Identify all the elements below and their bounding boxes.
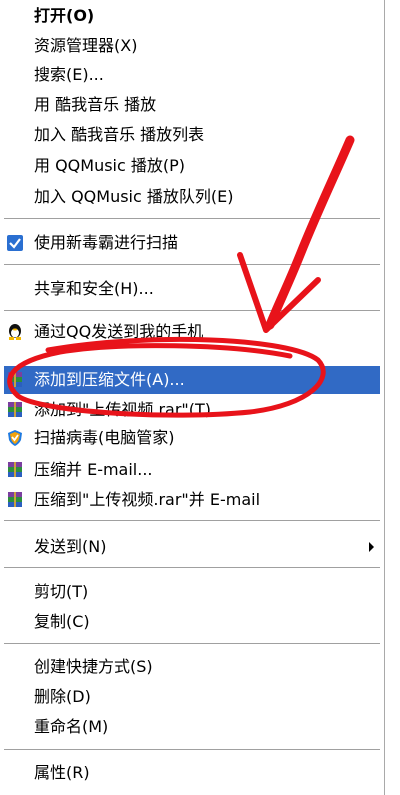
menu-item-label: 添加到"上传视频.rar"(T)	[34, 400, 212, 419]
menu-item-compress-email[interactable]: 压缩并 E-mail...	[0, 456, 380, 484]
menu-item-add-to-rar[interactable]: 添加到"上传视频.rar"(T)	[0, 396, 380, 424]
context-menu: 打开(O) 资源管理器(X) 搜索(E)... 用 酷我音乐 播放 加入 酷我音…	[0, 0, 400, 795]
menu-item-label: 使用新毒霸进行扫描	[34, 233, 179, 252]
submenu-arrow-icon	[369, 542, 374, 552]
menu-separator	[4, 520, 380, 522]
menu-item-scan-virus[interactable]: 扫描病毒(电脑管家)	[0, 424, 380, 452]
duba-shield-icon	[7, 235, 23, 251]
menu-item-label: 通过QQ发送到我的手机	[34, 322, 204, 341]
menu-item-label: 压缩到"上传视频.rar"并 E-mail	[34, 490, 261, 509]
menu-item-qqmusic-queue[interactable]: 加入 QQMusic 播放队列(E)	[0, 183, 380, 211]
menu-item-label: 资源管理器(X)	[34, 36, 138, 55]
menu-item-search[interactable]: 搜索(E)...	[0, 61, 380, 89]
menu-item-label: 扫描病毒(电脑管家)	[34, 428, 175, 447]
menu-item-kuwo-play[interactable]: 用 酷我音乐 播放	[0, 91, 380, 119]
menu-separator	[4, 218, 380, 220]
menu-separator	[4, 749, 380, 751]
menu-item-label: 复制(C)	[34, 612, 90, 631]
menu-item-open[interactable]: 打开(O)	[0, 2, 380, 30]
tencent-shield-icon	[8, 430, 22, 446]
winrar-books-icon	[8, 462, 22, 477]
menu-border	[384, 0, 385, 795]
menu-item-label: 共享和安全(H)...	[34, 279, 154, 298]
menu-item-label: 打开(O)	[34, 6, 95, 25]
menu-item-duba-scan[interactable]: 使用新毒霸进行扫描	[0, 229, 380, 257]
menu-item-rename[interactable]: 重命名(M)	[0, 713, 380, 741]
winrar-books-icon	[8, 372, 22, 387]
menu-item-sharing-security[interactable]: 共享和安全(H)...	[0, 275, 380, 303]
menu-item-delete[interactable]: 删除(D)	[0, 683, 380, 711]
menu-item-label: 属性(R)	[34, 763, 90, 782]
menu-item-properties[interactable]: 属性(R)	[0, 759, 380, 787]
menu-separator	[4, 567, 380, 569]
menu-item-label: 加入 QQMusic 播放队列(E)	[34, 187, 234, 206]
menu-separator	[4, 310, 380, 312]
menu-item-label: 重命名(M)	[34, 717, 109, 736]
menu-item-label: 删除(D)	[34, 687, 91, 706]
menu-separator	[4, 264, 380, 266]
menu-item-qq-send-phone[interactable]: 通过QQ发送到我的手机	[0, 318, 380, 346]
menu-item-label: 剪切(T)	[34, 582, 89, 601]
menu-item-label: 添加到压缩文件(A)...	[34, 370, 185, 389]
menu-item-label: 加入 酷我音乐 播放列表	[34, 125, 205, 144]
menu-item-qqmusic-play[interactable]: 用 QQMusic 播放(P)	[0, 152, 380, 180]
winrar-books-icon	[8, 402, 22, 417]
menu-item-label: 搜索(E)...	[34, 65, 104, 84]
menu-item-kuwo-playlist[interactable]: 加入 酷我音乐 播放列表	[0, 121, 380, 149]
menu-item-label: 用 QQMusic 播放(P)	[34, 156, 186, 175]
menu-item-explorer[interactable]: 资源管理器(X)	[0, 32, 380, 60]
menu-item-label: 发送到(N)	[34, 537, 107, 556]
qq-penguin-icon	[9, 324, 21, 340]
menu-separator	[4, 643, 380, 645]
menu-item-create-shortcut[interactable]: 创建快捷方式(S)	[0, 653, 380, 681]
menu-item-send-to[interactable]: 发送到(N)	[0, 533, 380, 561]
winrar-books-icon	[8, 492, 22, 507]
menu-item-copy[interactable]: 复制(C)	[0, 608, 380, 636]
menu-item-label: 创建快捷方式(S)	[34, 657, 153, 676]
menu-item-compress-rar-email[interactable]: 压缩到"上传视频.rar"并 E-mail	[0, 486, 380, 514]
menu-item-label: 压缩并 E-mail...	[34, 460, 153, 479]
menu-item-label: 用 酷我音乐 播放	[34, 95, 157, 114]
menu-item-add-to-archive[interactable]: 添加到压缩文件(A)...	[4, 366, 380, 394]
menu-item-cut[interactable]: 剪切(T)	[0, 578, 380, 606]
